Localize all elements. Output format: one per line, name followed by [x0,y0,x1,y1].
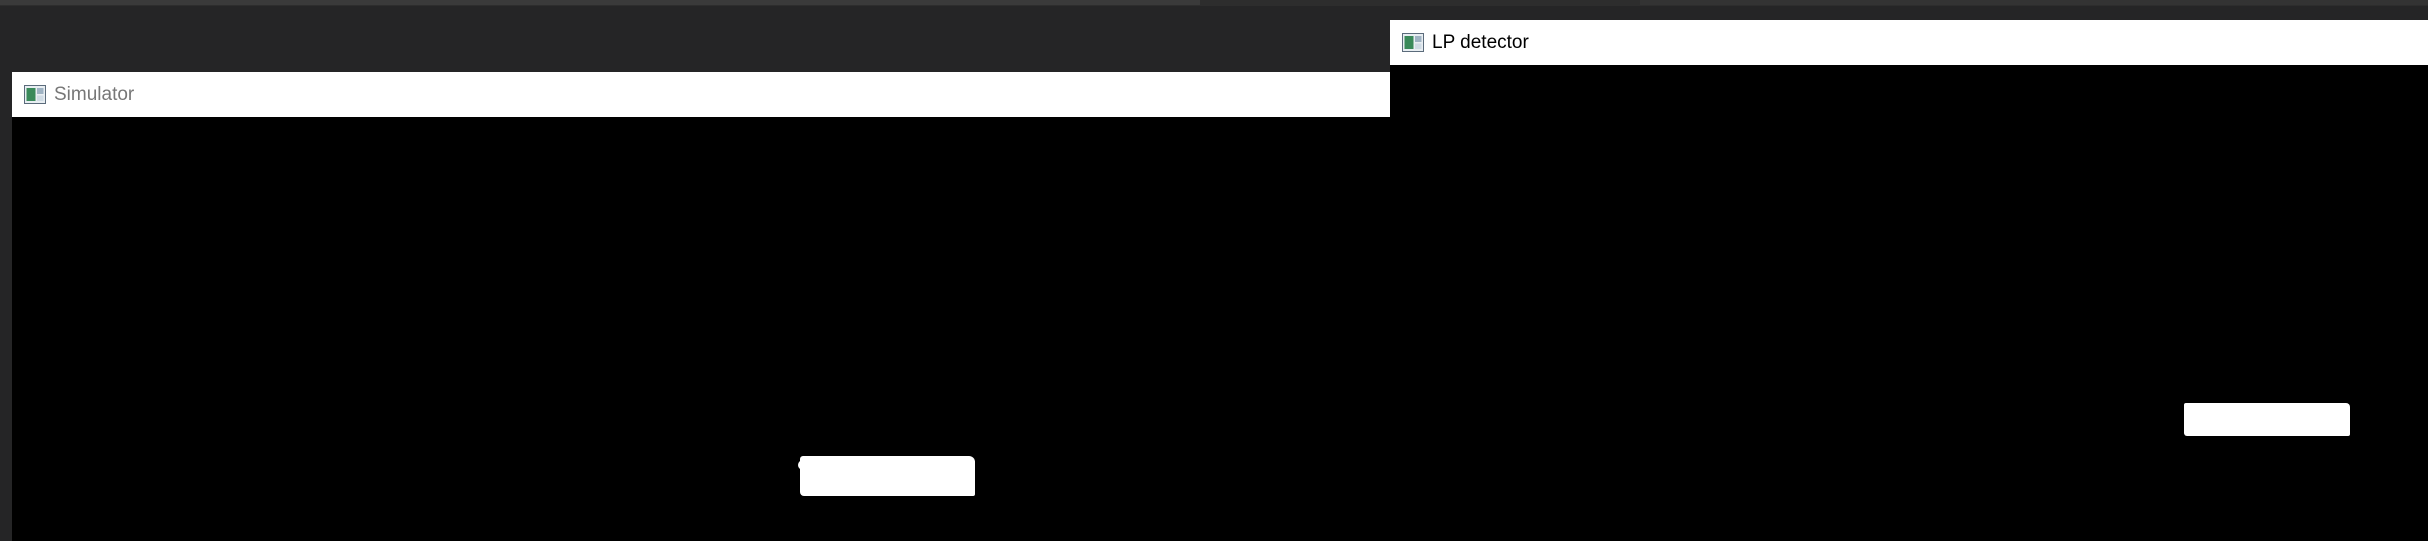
detected-plate-blob [2184,403,2350,436]
desktop: Simulator LP detector [0,0,2428,541]
app-window-icon [1402,33,1424,52]
window-title: Simulator [54,83,135,105]
license-plate-blob [800,456,975,496]
top-edge-strip [0,0,2428,6]
background-window-edge [1640,0,2428,5]
simulator-window[interactable]: Simulator [12,72,1390,541]
app-window-icon [24,85,46,104]
lp-detector-video-canvas [1390,65,2428,541]
background-window-edge [0,0,1200,5]
simulator-titlebar[interactable]: Simulator [12,72,1390,117]
simulator-video-canvas [12,117,1390,541]
window-title: LP detector [1432,31,1529,53]
lp-detector-window[interactable]: LP detector [1390,20,2428,541]
lp-detector-titlebar[interactable]: LP detector [1390,20,2428,65]
license-plate-blob-edge [798,460,808,470]
